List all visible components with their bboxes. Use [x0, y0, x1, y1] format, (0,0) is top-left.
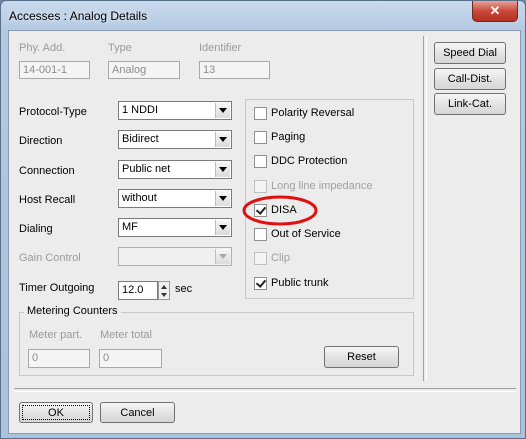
host-recall-select[interactable]: without — [118, 189, 232, 208]
gain-control-select — [118, 247, 232, 266]
timer-outgoing-label: Timer Outgoing — [19, 282, 95, 294]
dialing-label: Dialing — [19, 223, 53, 235]
vertical-separator — [423, 36, 427, 381]
dialog-window: Accesses : Analog Details ✕ Phy. Add. 14… — [0, 0, 526, 439]
connection-value: Public net — [122, 163, 171, 175]
cancel-button[interactable]: Cancel — [100, 402, 175, 423]
chevron-down-icon[interactable] — [215, 191, 230, 206]
long-line-impedance-label: Long line impedance — [271, 180, 373, 192]
meter-total-label: Meter total — [100, 329, 152, 341]
protocol-type-select[interactable]: 1 NDDI — [118, 101, 232, 120]
spin-down-icon[interactable] — [161, 293, 167, 297]
out-of-service-label[interactable]: Out of Service — [271, 228, 341, 240]
chevron-down-icon — [215, 249, 230, 264]
clip-checkbox — [254, 252, 267, 265]
direction-value: Bidirect — [122, 133, 159, 145]
meter-part-field: 0 — [28, 349, 90, 368]
chevron-down-icon[interactable] — [215, 220, 230, 235]
reset-button[interactable]: Reset — [324, 346, 399, 368]
direction-select[interactable]: Bidirect — [118, 130, 232, 149]
chevron-down-icon[interactable] — [215, 103, 230, 118]
title-bar[interactable]: Accesses : Analog Details ✕ — [1, 1, 525, 31]
paging-label[interactable]: Paging — [271, 131, 305, 143]
protocol-type-value: 1 NDDI — [122, 104, 159, 116]
direction-label: Direction — [19, 135, 63, 147]
metering-group-title: Metering Counters — [24, 305, 121, 317]
spin-up-icon[interactable] — [161, 285, 167, 289]
window-title: Accesses : Analog Details — [9, 9, 148, 23]
highlight-ellipse — [242, 195, 318, 226]
type-field: Analog — [108, 61, 180, 79]
speed-dial-button[interactable]: Speed Dial — [434, 42, 506, 64]
timer-spinner[interactable] — [158, 281, 170, 300]
call-dist-button[interactable]: Call-Dist. — [434, 68, 506, 90]
out-of-service-checkbox[interactable] — [254, 228, 267, 241]
type-label: Type — [108, 42, 132, 54]
chevron-down-icon[interactable] — [215, 162, 230, 177]
timer-outgoing-input[interactable]: 12.0 — [118, 281, 158, 300]
meter-total-field: 0 — [99, 349, 162, 368]
polarity-reversal-checkbox[interactable] — [254, 107, 267, 120]
meter-part-label: Meter part. — [29, 329, 83, 341]
protocol-type-label: Protocol-Type — [19, 106, 87, 118]
paging-checkbox[interactable] — [254, 131, 267, 144]
chevron-down-icon[interactable] — [215, 132, 230, 147]
footer-separator — [14, 388, 516, 392]
connection-select[interactable]: Public net — [118, 160, 232, 179]
ddc-protection-checkbox[interactable] — [254, 155, 267, 168]
phy-add-field: 14-001-1 — [19, 61, 90, 79]
clip-label: Clip — [271, 252, 290, 264]
link-cat-button[interactable]: Link-Cat. — [434, 93, 506, 115]
ok-button[interactable]: OK — [19, 402, 93, 423]
host-recall-value: without — [122, 192, 157, 204]
dialog-client-area: Phy. Add. 14-001-1 Type Analog Identifie… — [8, 30, 521, 434]
dialing-select[interactable]: MF — [118, 218, 232, 237]
close-button[interactable]: ✕ — [472, 1, 518, 22]
phy-add-label: Phy. Add. — [19, 42, 66, 54]
long-line-impedance-checkbox — [254, 180, 267, 193]
ddc-protection-label[interactable]: DDC Protection — [271, 155, 347, 167]
dialing-value: MF — [122, 221, 138, 233]
timer-unit-label: sec — [175, 283, 193, 295]
identifier-field: 13 — [199, 61, 270, 79]
gain-control-label: Gain Control — [19, 252, 81, 264]
identifier-label: Identifier — [199, 42, 242, 54]
connection-label: Connection — [19, 165, 75, 177]
public-trunk-label[interactable]: Public trunk — [271, 277, 328, 289]
polarity-reversal-label[interactable]: Polarity Reversal — [271, 107, 354, 119]
public-trunk-checkbox[interactable] — [254, 277, 267, 290]
host-recall-label: Host Recall — [19, 194, 76, 206]
